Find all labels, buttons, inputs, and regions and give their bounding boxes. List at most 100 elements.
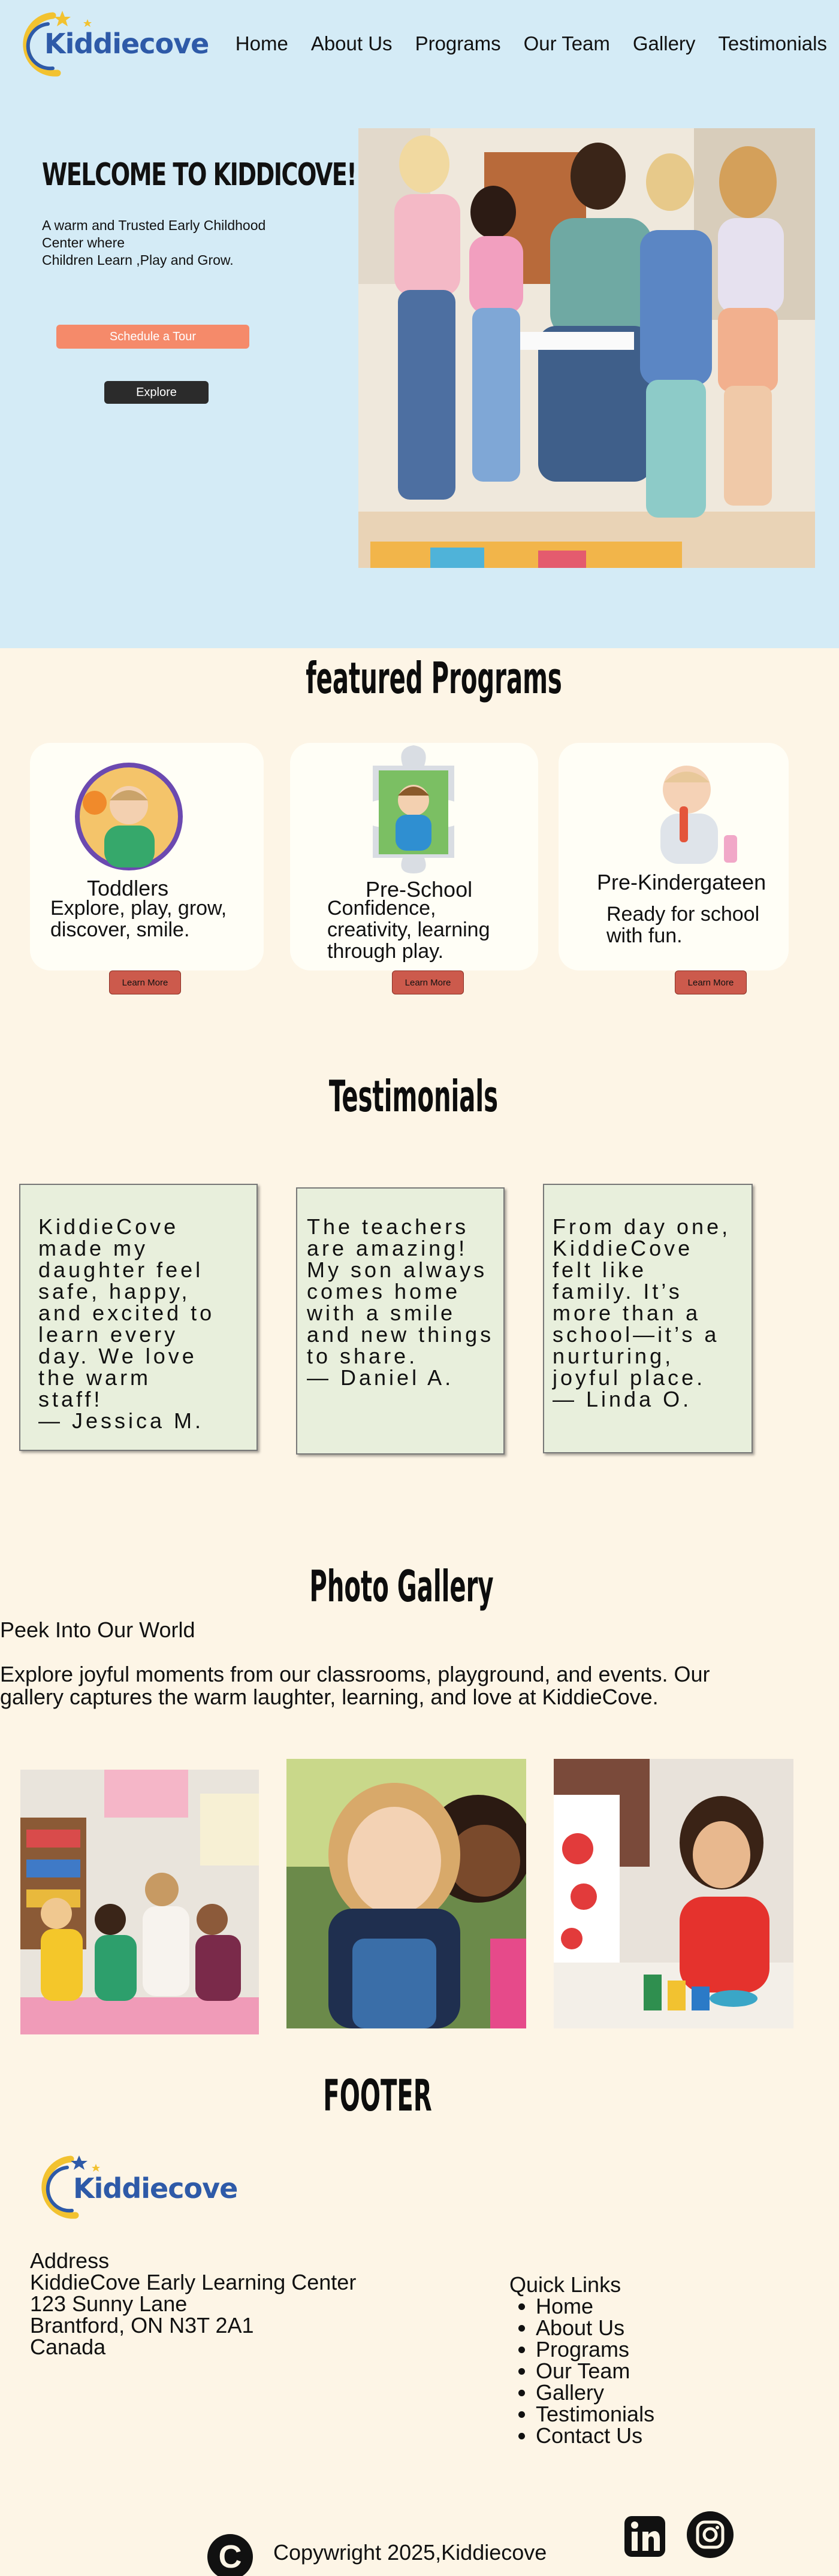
program-card-pre-school: Pre-School Confidence, creativity, learn… <box>290 743 538 970</box>
toddler-photo <box>75 763 183 870</box>
program-name: Pre-Kindergateen <box>597 870 766 894</box>
gallery-photo-classroom[interactable] <box>20 1770 259 2034</box>
schedule-tour-button[interactable]: Schedule a Tour <box>56 325 249 349</box>
program-description: Explore, play, grow, discover, smile. <box>50 897 227 941</box>
nav-programs[interactable]: Programs <box>415 32 501 55</box>
gallery-description: Explore joyful moments from our classroo… <box>0 1662 710 1709</box>
gallery-title: Photo Gallery <box>309 1561 494 1611</box>
address-label: Address <box>30 2248 110 2273</box>
program-description-line: Ready for school <box>606 903 760 926</box>
quick-link-our-team[interactable]: Our Team <box>536 2359 630 2383</box>
testimonial-card: From day one, KiddieCove felt like famil… <box>543 1184 753 1453</box>
testimonial-line: the warm <box>38 1365 152 1390</box>
pre-kindergarten-photo <box>644 756 744 864</box>
nav-home[interactable]: Home <box>236 32 288 55</box>
program-description: Confidence, creativity, learning through… <box>327 897 490 962</box>
quick-link-item: Testimonials <box>536 2403 654 2425</box>
testimonials-title: Testimonials <box>328 1071 499 1121</box>
program-description: Ready for school with fun. <box>606 903 759 947</box>
gallery-photo-girl-painting[interactable] <box>554 1759 793 2028</box>
brand-logo[interactable]: Kiddiecove <box>16 6 209 84</box>
gallery-photo-smiling-girls[interactable] <box>286 1759 526 2028</box>
testimonial-line: felt like <box>553 1257 647 1282</box>
learn-more-pre-school-button[interactable]: Learn More <box>392 970 464 994</box>
testimonial-author: — Linda O. <box>553 1387 692 1411</box>
program-description-line: with fun. <box>606 924 683 947</box>
hero-section: Kiddiecove Home About Us Programs Our Te… <box>0 0 839 648</box>
program-description-line: discover, smile. <box>50 918 190 941</box>
hero-title: WELCOME TO KIDDICOVE! <box>42 157 357 193</box>
program-card-toddlers: Toddlers Explore, play, grow, discover, … <box>30 743 264 970</box>
testimonial-line: daughter feel <box>38 1257 204 1282</box>
testimonial-line: joyful place. <box>553 1365 706 1390</box>
testimonial-line: family. It’s <box>553 1279 683 1304</box>
quick-link-item: Programs <box>536 2339 654 2360</box>
nav-about-us[interactable]: About Us <box>311 32 393 55</box>
hero-subtitle-line: Center where <box>42 235 125 250</box>
address-line: KiddieCove Early Learning Center <box>30 2270 357 2294</box>
testimonial-line: to share. <box>307 1344 418 1368</box>
program-description-line: Explore, play, grow, <box>50 897 227 920</box>
program-card-pre-kindergarten: Pre-Kindergateen Ready for school with f… <box>559 743 789 970</box>
quick-link-home[interactable]: Home <box>536 2294 593 2318</box>
program-description-line: creativity, learning <box>327 918 490 941</box>
testimonial-card: The teachers are amazing! My son always … <box>296 1187 505 1455</box>
quick-link-gallery[interactable]: Gallery <box>536 2380 604 2405</box>
testimonial-line: school—it’s a <box>553 1322 720 1347</box>
program-description-line: through play. <box>327 940 444 963</box>
testimonial-line: KiddieCove <box>38 1214 179 1239</box>
testimonial-line: KiddieCove <box>553 1236 693 1260</box>
testimonial-line: The teachers <box>307 1214 469 1239</box>
quick-link-item: Home <box>536 2296 654 2317</box>
programs-title: featured Programs <box>306 653 562 703</box>
nav-gallery[interactable]: Gallery <box>633 32 696 55</box>
testimonial-line: are amazing! <box>307 1236 468 1260</box>
quick-link-item: Contact Us <box>536 2425 654 2447</box>
gallery-heading: Peek Into Our World <box>0 1617 195 1642</box>
hero-photo-teacher-with-children <box>358 128 815 568</box>
testimonial-author: — Jessica M. <box>38 1408 204 1433</box>
quick-link-item: Our Team <box>536 2360 654 2382</box>
testimonial-author: — Daniel A. <box>307 1365 454 1390</box>
testimonial-text: KiddieCove made my daughter feel safe, h… <box>38 1216 215 1432</box>
instagram-icon[interactable] <box>686 2510 735 2559</box>
nav-our-team[interactable]: Our Team <box>524 32 610 55</box>
testimonial-text: From day one, KiddieCove felt like famil… <box>553 1216 731 1410</box>
program-description-line: Confidence, <box>327 897 436 920</box>
nav-testimonials[interactable]: Testimonials <box>718 32 827 55</box>
testimonial-line: and excited to <box>38 1301 215 1325</box>
copyright-icon: C <box>207 2534 253 2576</box>
testimonial-line: staff! <box>38 1387 103 1411</box>
quick-links-list: Home About Us Programs Our Team Gallery … <box>536 2296 654 2447</box>
hero-subtitle-line: Children Learn ,Play and Grow. <box>42 252 234 268</box>
footer-logo-text: Kiddiecove <box>73 2172 238 2205</box>
address-line: 123 Sunny Lane <box>30 2291 188 2316</box>
hero-subtitle: A warm and Trusted Early Childhood Cente… <box>42 217 324 269</box>
testimonial-line: My son always <box>307 1257 488 1282</box>
explore-button[interactable]: Explore <box>104 381 209 404</box>
testimonial-line: learn every <box>38 1322 179 1347</box>
address-line: Brantford, ON N3T 2A1 <box>30 2313 254 2338</box>
quick-link-about-us[interactable]: About Us <box>536 2315 624 2340</box>
testimonial-line: comes home <box>307 1279 461 1304</box>
testimonial-text: The teachers are amazing! My son always … <box>307 1216 494 1389</box>
quick-links-title: Quick Links <box>509 2272 621 2297</box>
testimonial-card: KiddieCove made my daughter feel safe, h… <box>19 1184 258 1451</box>
hero-subtitle-line: A warm and Trusted Early Childhood <box>42 217 266 233</box>
footer-logo[interactable]: Kiddiecove <box>41 2151 238 2225</box>
footer-quick-links: Quick Links Home About Us Programs Our T… <box>509 2274 654 2447</box>
testimonial-line: more than a <box>553 1301 701 1325</box>
address-line: Canada <box>30 2335 106 2359</box>
logo-text: Kiddiecove <box>44 28 209 60</box>
linkedin-icon[interactable] <box>622 2514 668 2559</box>
quick-link-contact-us[interactable]: Contact Us <box>536 2423 642 2448</box>
testimonial-line: made my <box>38 1236 149 1260</box>
testimonial-line: with a smile <box>307 1301 456 1325</box>
quick-link-programs[interactable]: Programs <box>536 2337 629 2362</box>
quick-link-testimonials[interactable]: Testimonials <box>536 2402 654 2426</box>
footer-title: FOOTER <box>323 2070 432 2121</box>
learn-more-pre-kindergarten-button[interactable]: Learn More <box>675 970 747 994</box>
learn-more-toddlers-button[interactable]: Learn More <box>109 970 181 994</box>
testimonial-line: nurturing, <box>553 1344 674 1368</box>
copyright-text: Copywright 2025,Kiddiecove <box>273 2540 547 2565</box>
